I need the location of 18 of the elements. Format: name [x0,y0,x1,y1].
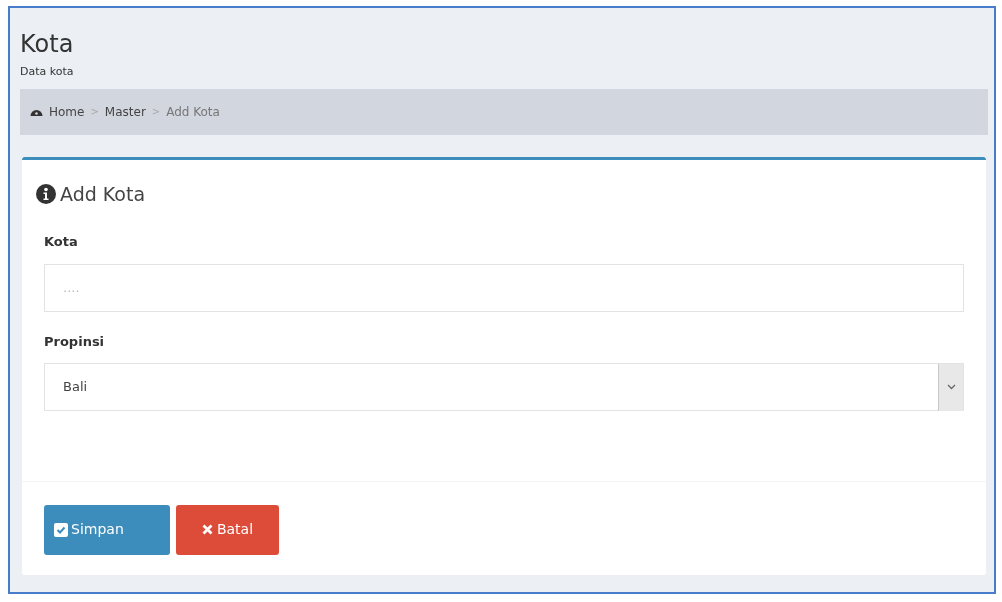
breadcrumb-link[interactable]: Home [49,102,85,121]
close-icon [201,524,213,535]
breadcrumb-current: Add Kota [166,103,220,121]
checkbox-icon [54,522,68,537]
breadcrumb-separator: > [151,105,161,119]
breadcrumb-separator: > [90,105,99,119]
save-button[interactable]: Simpan [44,504,170,555]
chevron-down-icon [946,384,956,390]
field-label: Propinsi [44,332,106,351]
breadcrumb-link[interactable]: Master [104,102,146,121]
page-title: Kota [20,30,75,58]
field-label: Kota [44,233,79,251]
page-subtitle: Data kota [20,64,75,80]
select-field[interactable]: Bali [44,363,964,411]
card-title: Add Kota [60,181,146,207]
input-field[interactable]: .... [44,263,964,312]
cancel-button[interactable]: Batal [176,504,279,555]
info-icon [36,183,56,204]
